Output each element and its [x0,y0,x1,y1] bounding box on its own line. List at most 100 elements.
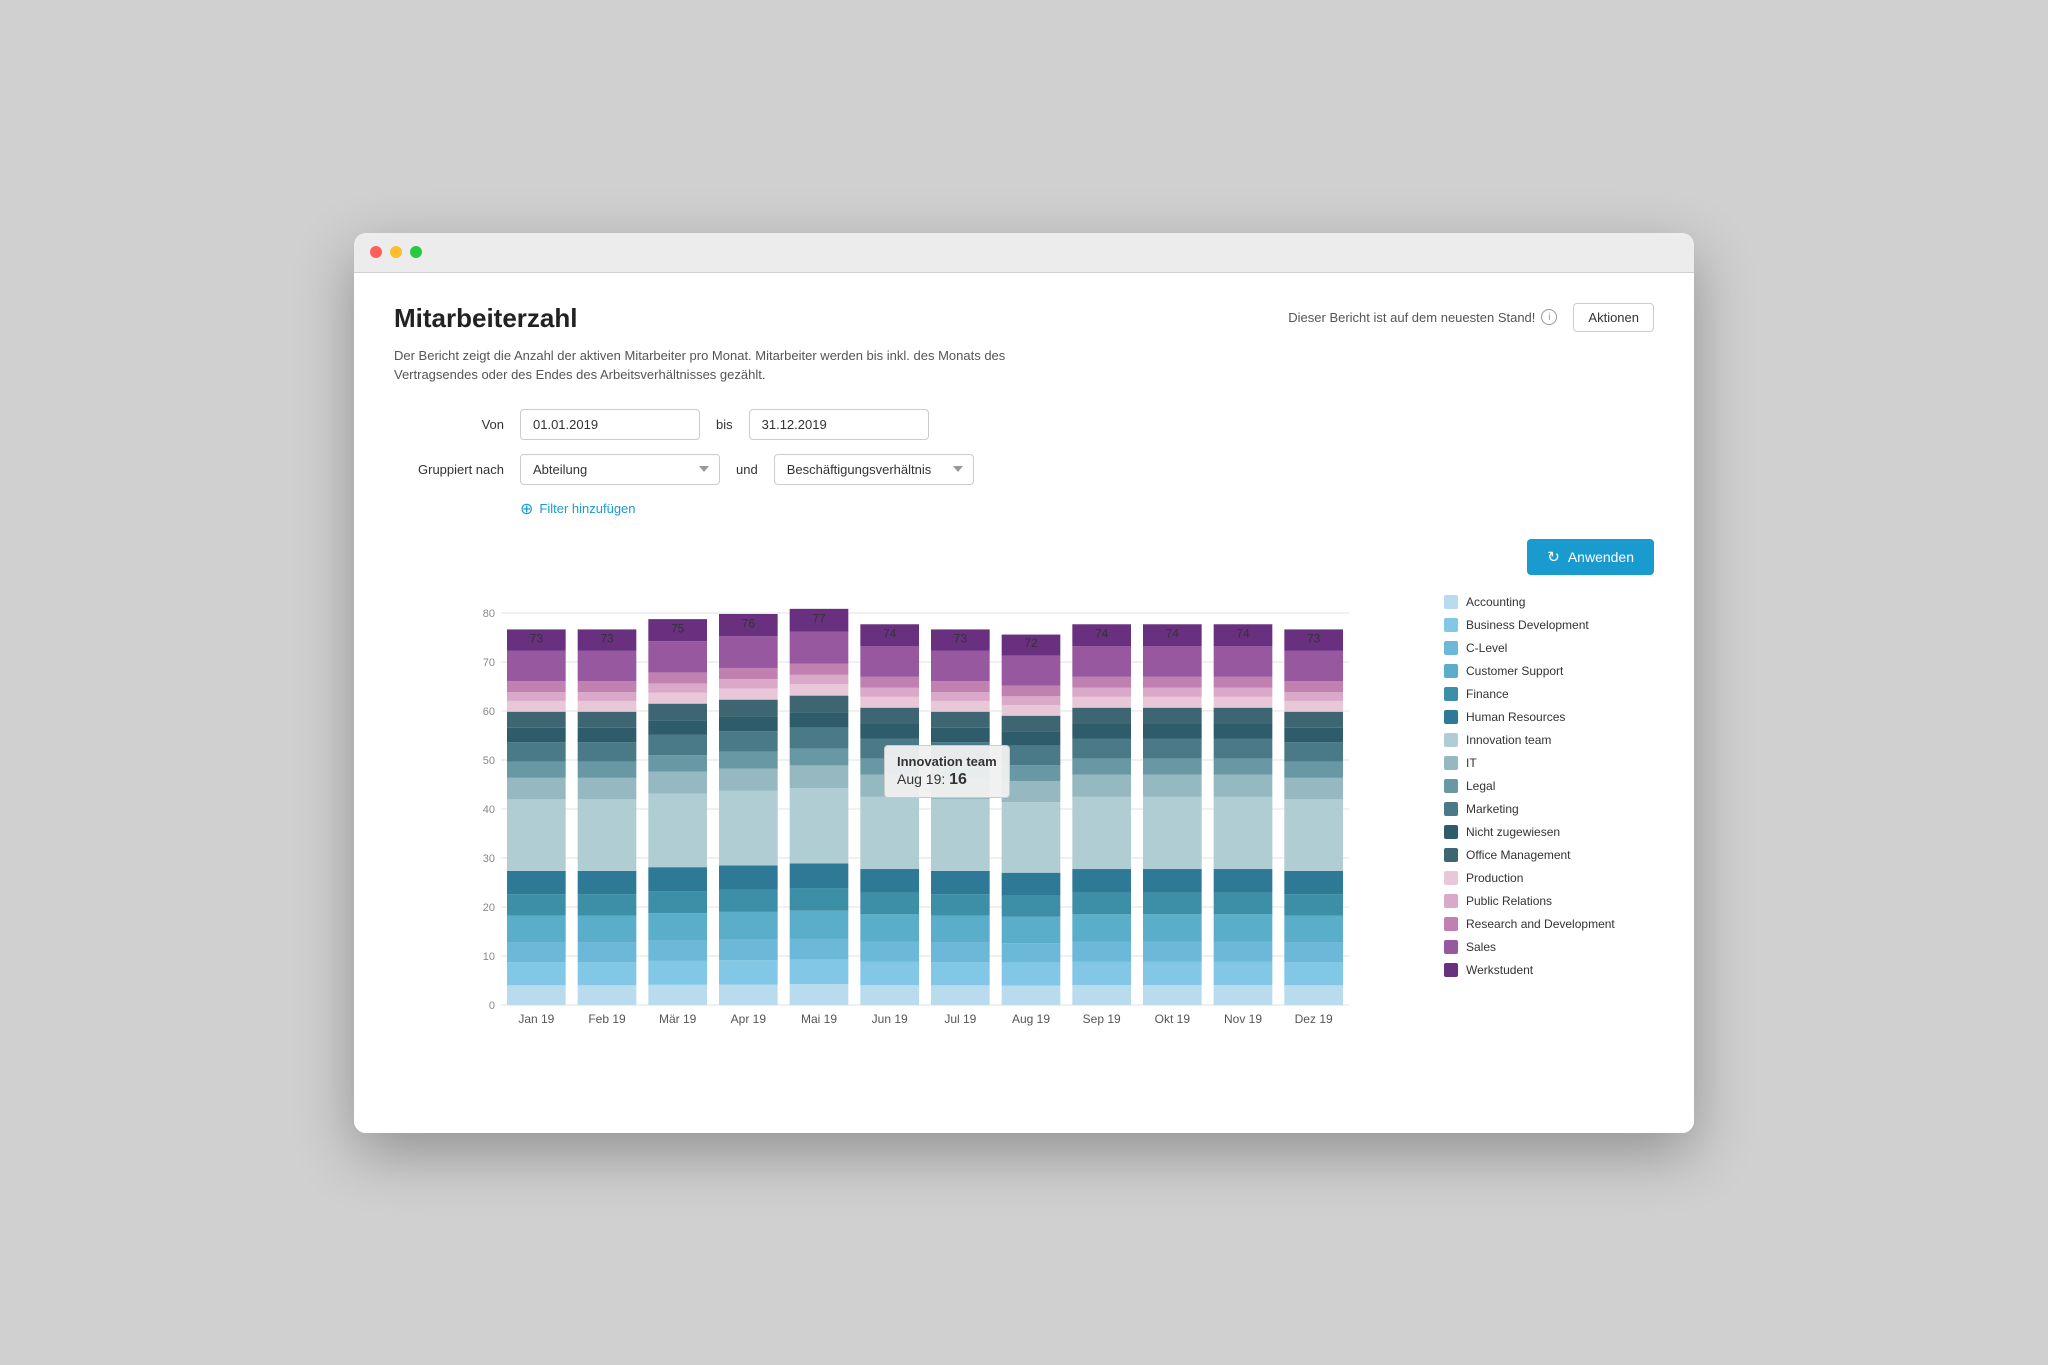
bar-segment[interactable] [648,734,707,754]
bar-segment[interactable] [1284,761,1343,777]
bar-segment[interactable] [1002,715,1061,731]
bar-segment[interactable] [1214,774,1273,796]
bar-segment[interactable] [1002,985,1061,1004]
bar-segment[interactable] [719,939,778,959]
bar-segment[interactable] [1072,961,1131,985]
bar-segment[interactable] [931,915,990,942]
bar-segment[interactable] [1143,914,1202,941]
bar-segment[interactable] [1072,914,1131,941]
bar-segment[interactable] [1143,941,1202,961]
bar-segment[interactable] [1143,758,1202,774]
bar-segment[interactable] [931,681,990,692]
bar-segment[interactable] [860,676,919,687]
bar-segment[interactable] [1214,707,1273,723]
bar-segment[interactable] [790,695,849,712]
bar-segment[interactable] [1143,676,1202,687]
bar-segment[interactable] [648,692,707,703]
bar-segment[interactable] [1143,646,1202,677]
bar-segment[interactable] [648,683,707,692]
bar-segment[interactable] [1143,985,1202,1005]
bar-segment[interactable] [860,696,919,707]
bar-segment[interactable] [1214,676,1273,687]
bar-segment[interactable] [507,915,566,942]
bar-segment[interactable] [719,679,778,688]
close-button[interactable] [370,246,382,258]
bar-segment[interactable] [507,650,566,680]
bar-segment[interactable] [860,892,919,914]
bar-segment[interactable] [719,636,778,668]
bar-segment[interactable] [1214,723,1273,738]
bar-segment[interactable] [648,793,707,867]
bar-segment[interactable] [790,984,849,1005]
bar-segment[interactable] [1143,774,1202,796]
bar-segment[interactable] [648,641,707,672]
bar-segment[interactable] [1072,869,1131,893]
bar-segment[interactable] [578,650,637,680]
bar-segment[interactable] [507,727,566,741]
bar-segment[interactable] [1284,692,1343,701]
bar-segment[interactable] [1284,894,1343,915]
bar-segment[interactable] [507,870,566,893]
bar-segment[interactable] [1072,758,1131,774]
bar-segment[interactable] [1214,758,1273,774]
bar-segment[interactable] [931,711,990,727]
bar-segment[interactable] [1214,914,1273,941]
bar-segment[interactable] [931,777,990,798]
bar-segment[interactable] [648,771,707,793]
bar-segment[interactable] [507,681,566,692]
bar-segment[interactable] [719,889,778,911]
bar-segment[interactable] [648,913,707,941]
bar-segment[interactable] [931,692,990,701]
bar-segment[interactable] [578,915,637,942]
bar-segment[interactable] [1143,796,1202,869]
bar-segment[interactable] [1072,687,1131,696]
bar-segment[interactable] [860,738,919,758]
bar-segment[interactable] [578,692,637,701]
bar-segment[interactable] [648,867,707,891]
bar-segment[interactable] [1143,869,1202,893]
bar-segment[interactable] [1143,961,1202,985]
bar-segment[interactable] [790,888,849,911]
bar-segment[interactable] [1284,870,1343,893]
bar-segment[interactable] [1284,681,1343,692]
bar-segment[interactable] [860,985,919,1005]
bar-segment[interactable] [719,731,778,751]
bar-segment[interactable] [507,942,566,962]
bar-segment[interactable] [1072,676,1131,687]
bar-segment[interactable] [1002,705,1061,716]
bar-segment[interactable] [1002,916,1061,942]
bar-segment[interactable] [1214,869,1273,893]
bar-segment[interactable] [1143,696,1202,707]
bar-segment[interactable] [1143,687,1202,696]
minimize-button[interactable] [390,246,402,258]
bar-segment[interactable] [1002,655,1061,685]
bar-segment[interactable] [507,761,566,777]
bar-segment[interactable] [931,942,990,962]
bar-segment[interactable] [790,684,849,695]
bar-segment[interactable] [719,688,778,699]
bar-segment[interactable] [1002,696,1061,705]
bar-segment[interactable] [1072,985,1131,1005]
bar-segment[interactable] [1284,711,1343,727]
von-input[interactable] [520,409,700,440]
bar-segment[interactable] [578,681,637,692]
bar-segment[interactable] [1002,685,1061,696]
bar-segment[interactable] [931,700,990,711]
bar-segment[interactable] [1214,796,1273,869]
bar-segment[interactable] [648,672,707,683]
bar-segment[interactable] [507,711,566,727]
bar-segment[interactable] [507,777,566,798]
bar-segment[interactable] [719,768,778,790]
bar-segment[interactable] [1072,941,1131,961]
bis-input[interactable] [749,409,929,440]
bar-segment[interactable] [1002,802,1061,873]
bar-segment[interactable] [648,984,707,1004]
beschaeftigung-select[interactable]: Beschäftigungsverhältnis [774,454,974,485]
bar-segment[interactable] [1002,731,1061,745]
info-icon[interactable]: i [1541,309,1557,325]
bar-segment[interactable] [648,940,707,960]
bar-segment[interactable] [1284,700,1343,711]
bar-segment[interactable] [1002,962,1061,985]
bar-segment[interactable] [1002,895,1061,916]
bar-segment[interactable] [790,663,849,674]
